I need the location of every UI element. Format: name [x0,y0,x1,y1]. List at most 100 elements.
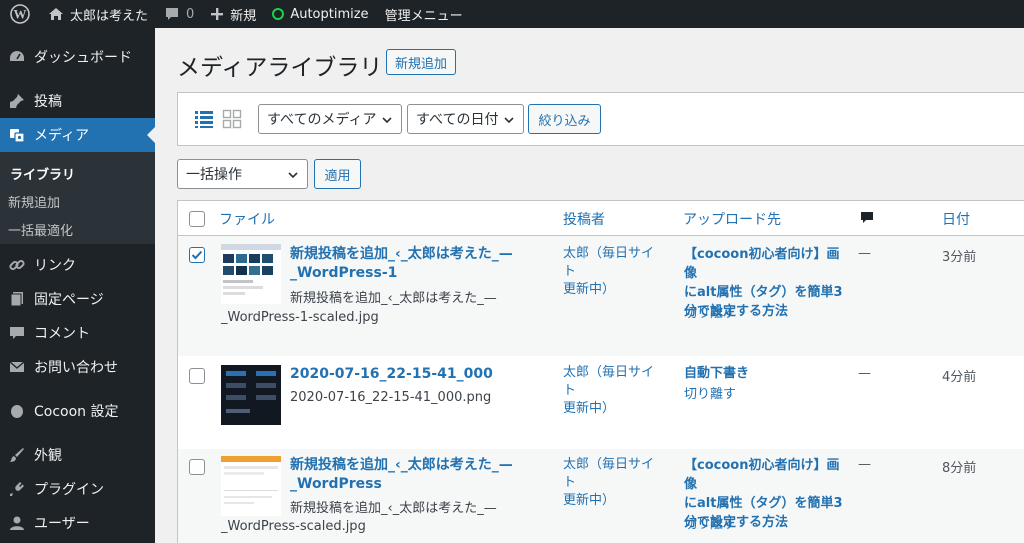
media-list-table: ファイル 投稿者 アップロード先 日付 新規投稿を追加_‹_太郎は考えた_— _… [177,200,1024,543]
media-title-link[interactable]: 新規投稿を追加_‹_太郎は考えた_— _WordPress [290,456,513,494]
author-line: 太郎（毎日サイト [563,457,655,490]
grid-view-icon[interactable] [222,109,242,133]
sidebar-item-contact[interactable]: お問い合わせ [0,350,155,384]
comment-bubble-icon [164,6,180,22]
column-header-file[interactable]: ファイル [219,209,275,229]
file-name: 新規投稿を追加_‹_太郎は考えた_— [290,291,497,306]
comment-count: — [858,366,871,381]
detach-link[interactable]: 切り離す [684,383,736,402]
sidebar-item-media[interactable]: メディア [0,118,155,152]
sidebar-item-label: プラグイン [34,482,104,498]
column-header-uploaded-to[interactable]: アップロード先 [683,209,781,229]
row-checkbox[interactable] [189,247,205,263]
pin-icon [8,92,26,110]
file-name: 新規投稿を追加_‹_太郎は考えた_— [290,501,497,516]
sidebar-item-label: メディア [34,128,90,144]
detach-link[interactable]: 切り離す [684,302,736,321]
brush-icon [8,446,26,464]
comments-link[interactable]: 0 [156,0,202,28]
autoptimize-link[interactable]: Autoptimize [264,0,376,28]
plus-icon [210,7,224,21]
submenu-item-bulk-optimize[interactable]: 一括最適化 [8,220,73,239]
upload-date: 4分前 [942,370,977,385]
uploaded-line: にalt属性（タグ）を簡単3 [684,496,843,511]
title-line: 新規投稿を追加_‹_太郎は考えた_— [290,457,513,473]
submenu-item-add-new[interactable]: 新規追加 [8,192,60,211]
sidebar-item-plugins[interactable]: プラグイン [0,472,155,506]
sidebar-item-links[interactable]: リンク [0,248,155,282]
media-title-link[interactable]: 2020-07-16_22-15-41_000 [290,365,493,384]
admin-menu-link[interactable]: 管理メニュー [377,0,471,28]
author-line: 更新中） [563,493,616,508]
autoptimize-label: Autoptimize [290,6,369,22]
author-link[interactable]: 太郎（毎日サイト 更新中） [563,456,658,510]
upload-date: 8分前 [942,461,977,476]
sidebar-item-posts[interactable]: 投稿 [0,84,155,118]
uploaded-to-link[interactable]: 自動下書き [684,364,849,383]
new-content-link[interactable]: 新規 [202,0,264,28]
author-line: 更新中） [563,401,616,416]
cocoon-icon [8,402,26,420]
media-thumbnail[interactable] [221,244,281,304]
status-circle-icon [272,8,285,20]
chevron-down-icon [287,169,299,185]
row-checkbox[interactable] [189,368,205,384]
uploaded-line: 【cocoon初心者向け】画像 [684,247,840,281]
sidebar-item-label: コメント [34,326,90,342]
admin-bar: W 太郎は考えた 0 新規 Autoptimize 管理メニュー [0,0,1024,28]
admin-sidebar: ダッシュボード 投稿 メディア ライブラリ 新規追加 一括最適化 リンク 固定ペ… [0,28,155,543]
media-thumbnail[interactable] [221,365,281,425]
date-value: すべての日付 [416,112,499,128]
list-view-icon[interactable] [194,109,214,133]
detach-link[interactable]: 切り離す [684,513,736,532]
row-checkbox[interactable] [189,459,205,475]
site-name: 太郎は考えた [70,8,149,24]
column-header-author[interactable]: 投稿者 [563,209,605,229]
sidebar-item-label: ダッシュボード [34,50,132,66]
bulk-action-select[interactable]: 一括操作 [177,159,308,189]
user-icon [8,514,26,532]
mail-icon [8,358,26,376]
add-new-button[interactable]: 新規追加 [386,49,456,75]
author-line: 更新中） [563,282,616,297]
table-row: 新規投稿を追加_‹_太郎は考えた_— _WordPress 新規投稿を追加_‹_… [178,449,1024,543]
chevron-down-icon [503,114,515,130]
sidebar-item-appearance[interactable]: 外観 [0,438,155,472]
media-thumbnail[interactable] [221,456,281,516]
dashboard-icon [8,48,26,66]
new-label: 新規 [230,8,257,24]
title-line: _WordPress [290,476,382,492]
author-link[interactable]: 太郎（毎日サイト 更新中） [563,245,658,299]
plugin-icon [8,480,26,498]
title-line: 新規投稿を追加_‹_太郎は考えた_— [290,246,513,262]
site-name-link[interactable]: 太郎は考えた [40,0,156,28]
uploaded-line: にalt属性（タグ）を簡単3 [684,285,843,300]
author-line: 太郎（毎日サイト [563,365,655,398]
file-name-continued: _WordPress-1-scaled.jpg [221,310,379,325]
sidebar-item-pages[interactable]: 固定ページ [0,282,155,316]
sidebar-item-dashboard[interactable]: ダッシュボード [0,40,155,74]
author-link[interactable]: 太郎（毎日サイト 更新中） [563,364,658,418]
sidebar-item-label: 固定ページ [34,292,104,308]
sidebar-item-label: ユーザー [34,516,90,532]
filter-button[interactable]: 絞り込み [528,104,601,134]
sidebar-item-label: 投稿 [34,94,62,110]
page-title: メディアライブラリ [177,55,383,81]
column-header-date[interactable]: 日付 [942,209,970,229]
sidebar-item-users[interactable]: ユーザー [0,506,155,540]
apply-button[interactable]: 適用 [314,159,361,189]
media-title-link[interactable]: 新規投稿を追加_‹_太郎は考えた_— _WordPress-1 [290,245,513,283]
select-all-checkbox[interactable] [189,211,205,227]
home-icon [48,6,64,22]
date-select[interactable]: すべての日付 [407,104,524,134]
title-line: _WordPress-1 [290,265,398,281]
sidebar-item-label: お問い合わせ [34,360,118,376]
sidebar-item-comments[interactable]: コメント [0,316,155,350]
uploaded-line: 【cocoon初心者向け】画像 [684,458,840,492]
sidebar-item-label: Cocoon 設定 [34,404,119,420]
sidebar-item-cocoon-settings[interactable]: Cocoon 設定 [0,394,155,428]
submenu-item-library[interactable]: ライブラリ [10,164,75,183]
comment-bubble-icon[interactable] [860,211,874,229]
media-type-select[interactable]: すべてのメディア [258,104,402,134]
wordpress-logo-icon[interactable]: W [0,0,40,28]
